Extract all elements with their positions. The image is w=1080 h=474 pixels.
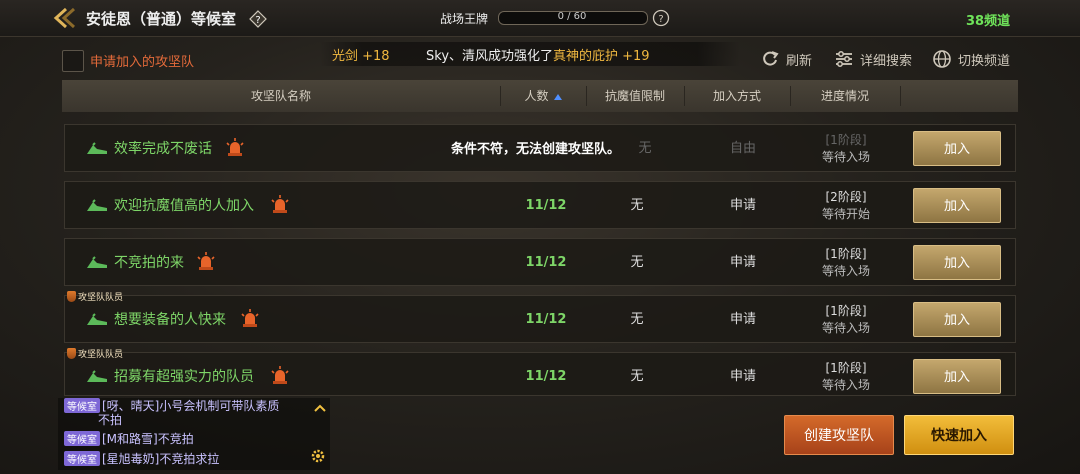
refresh-button[interactable]: 刷新 bbox=[760, 48, 812, 70]
svg-text:?: ? bbox=[255, 15, 260, 26]
progress-status: [2阶段] 等待开始 bbox=[821, 190, 870, 221]
join-mode: 申请 bbox=[729, 198, 756, 213]
join-limit: 无 bbox=[630, 198, 644, 213]
boot-icon bbox=[87, 313, 107, 325]
switch-channel-button[interactable]: 切换频道 bbox=[932, 48, 1010, 70]
chat-panel[interactable]: 等候室 [呀、晴天]小号会机制可带队素质 不拍 等候室 [M和路雪]不竞拍 等候室[… bbox=[58, 398, 330, 470]
progress-status: [1阶段] 等待入场 bbox=[821, 133, 870, 164]
chat-message: 等候室 [星旭毒奶]不竞拍求拉 bbox=[64, 450, 219, 467]
join-button[interactable]: 加入 bbox=[913, 188, 1001, 223]
join-mode: 自由 bbox=[729, 141, 756, 156]
member-count: 11/12 bbox=[525, 312, 567, 327]
create-squad-button[interactable]: 创建攻坚队 bbox=[784, 415, 894, 455]
broadcast-ticker: 光剑 +18 Sky、清风成功强化了真神的庇护 +19 bbox=[320, 42, 740, 66]
chat-message: 等候室 [M和路雪]不竞拍 bbox=[64, 430, 194, 447]
table-row[interactable]: 不竞拍的来 11/12 无 申请 [1阶段] 等待入场 加入 bbox=[64, 238, 1016, 286]
siren-icon bbox=[197, 252, 215, 270]
squad-member-tag: 攻坚队队员 bbox=[67, 290, 123, 303]
member-count: 11/12 bbox=[525, 369, 567, 384]
refresh-icon bbox=[763, 51, 779, 66]
boot-icon bbox=[87, 199, 107, 211]
table-row[interactable]: 欢迎抗魔值高的人加入 11/12 无 申请 [2阶段] 等待开始 加入 bbox=[64, 181, 1016, 229]
squad-name: 效率完成不废话 bbox=[114, 141, 212, 157]
apply-filter-label[interactable]: 申请加入的攻坚队 bbox=[90, 51, 194, 70]
join-mode: 申请 bbox=[729, 369, 756, 384]
member-count: 11/12 bbox=[525, 198, 567, 213]
squad-name: 不竞拍的来 bbox=[114, 255, 184, 271]
table-row[interactable]: 效率完成不废话 无 自由 [1阶段] 等待入场 条件不符，无法创建攻坚队。 加入 bbox=[64, 124, 1016, 172]
table-row[interactable]: 攻坚队队员 想要装备的人快来 11/12 无 申请 [1阶段] 等待入场 加入 bbox=[64, 291, 1016, 343]
join-button[interactable]: 加入 bbox=[913, 302, 1001, 337]
squad-name: 招募有超强实力的队员 bbox=[114, 369, 254, 385]
join-limit: 无 bbox=[630, 255, 644, 270]
progress-status: [1阶段] 等待入场 bbox=[821, 361, 870, 392]
join-mode: 申请 bbox=[729, 255, 756, 270]
table-row[interactable]: 攻坚队队员 招募有超强实力的队员 11/12 无 申请 [1阶段] 等待入场 加入 bbox=[64, 348, 1016, 396]
boot-icon bbox=[87, 256, 107, 268]
chat-message: 不拍 bbox=[98, 413, 123, 427]
quick-join-button[interactable]: 快速加入 bbox=[904, 415, 1014, 455]
squad-member-tag: 攻坚队队员 bbox=[67, 347, 123, 360]
ticker-left-text: 光剑 +18 bbox=[332, 49, 390, 64]
gear-icon[interactable] bbox=[310, 448, 326, 464]
help-icon[interactable]: ? bbox=[249, 10, 267, 28]
join-limit: 无 bbox=[630, 312, 644, 327]
join-button[interactable]: 加入 bbox=[913, 131, 1001, 166]
apply-filter-checkbox[interactable] bbox=[62, 50, 84, 72]
boot-icon bbox=[87, 142, 107, 154]
battle-pass-progress-text: 0 / 60 bbox=[557, 11, 587, 22]
chat-message: 等候室 [呀、晴天]小号会机制可带队素质 bbox=[64, 398, 279, 414]
medal-icon bbox=[67, 348, 76, 359]
svg-text:?: ? bbox=[658, 14, 663, 25]
header-divider bbox=[900, 86, 901, 106]
filter-sliders-icon bbox=[836, 51, 852, 67]
siren-icon bbox=[271, 195, 289, 213]
siren-icon bbox=[241, 309, 259, 327]
member-count: 11/12 bbox=[525, 255, 567, 270]
column-header-limit[interactable]: 抗魔值限制 bbox=[586, 80, 684, 112]
siren-icon bbox=[271, 366, 289, 384]
ticker-right-text: Sky、清风成功强化了真神的庇护 +19 bbox=[426, 49, 650, 64]
chevron-up-icon[interactable] bbox=[314, 404, 326, 412]
column-header-progress[interactable]: 进度情况 bbox=[790, 80, 900, 112]
back-arrow-icon[interactable] bbox=[52, 6, 78, 30]
siren-icon bbox=[226, 138, 244, 156]
channel-label: 38频道 bbox=[966, 14, 1011, 29]
squad-name: 欢迎抗魔值高的人加入 bbox=[114, 198, 254, 214]
globe-icon bbox=[933, 50, 951, 68]
table-header: 攻坚队名称 人数 抗魔值限制 加入方式 进度情况 bbox=[62, 80, 1018, 112]
join-button[interactable]: 加入 bbox=[913, 245, 1001, 280]
boot-icon bbox=[87, 370, 107, 382]
join-mode: 申请 bbox=[729, 312, 756, 327]
progress-status: [1阶段] 等待入场 bbox=[821, 247, 870, 278]
join-button[interactable]: 加入 bbox=[913, 359, 1001, 394]
column-header-join-mode[interactable]: 加入方式 bbox=[684, 80, 790, 112]
sort-ascending-icon bbox=[553, 93, 562, 100]
column-header-count[interactable]: 人数 bbox=[500, 80, 586, 112]
battle-pass-label: 战场王牌 bbox=[440, 12, 489, 26]
medal-icon bbox=[67, 291, 76, 302]
page-title: 安徒恩（普通）等候室 bbox=[86, 10, 237, 28]
column-header-name[interactable]: 攻坚队名称 bbox=[62, 80, 500, 112]
join-limit: 无 bbox=[630, 369, 644, 384]
error-message: 条件不符，无法创建攻坚队。 bbox=[451, 142, 621, 157]
detail-search-button[interactable]: 详细搜索 bbox=[834, 48, 912, 70]
progress-status: [1阶段] 等待入场 bbox=[821, 304, 870, 335]
squad-name: 想要装备的人快来 bbox=[114, 312, 226, 328]
battle-pass-help-icon[interactable]: ? bbox=[652, 9, 670, 27]
